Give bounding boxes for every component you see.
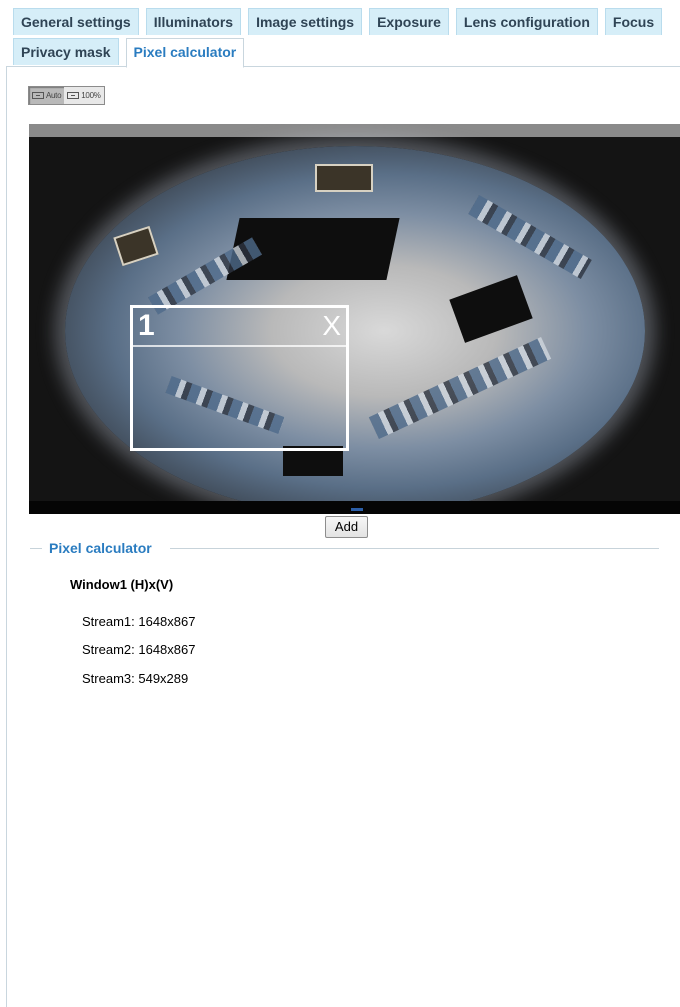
fieldset-border [30, 548, 42, 549]
video-top-bar [29, 124, 680, 137]
fit-icon [32, 92, 44, 99]
tab-lens-configuration[interactable]: Lens configuration [455, 8, 598, 35]
zoom-auto-button[interactable]: Auto [29, 87, 65, 104]
tab-image-settings[interactable]: Image settings [248, 8, 363, 35]
office-desks [368, 336, 552, 440]
wall-picture [315, 164, 373, 192]
tab-pixel-calculator[interactable]: Pixel calculator [125, 38, 245, 68]
add-button[interactable]: Add [325, 516, 368, 538]
office-desks [468, 194, 592, 280]
stream-3-resolution: Stream3: 549x289 [82, 671, 189, 686]
tab-general-settings[interactable]: General settings [13, 8, 139, 35]
roi-close-icon[interactable]: X [322, 308, 341, 344]
tab-row-2: Privacy mask Pixel calculator [13, 38, 673, 68]
tab-privacy-mask[interactable]: Privacy mask [13, 38, 119, 65]
zoom-100-button[interactable]: 100% [64, 87, 103, 104]
zoom-100-label: 100% [81, 91, 101, 100]
video-bottom-bar [29, 501, 680, 514]
fieldset-border [170, 548, 659, 549]
window-title: Window1 (H)x(V) [70, 577, 174, 592]
wall-picture [113, 225, 159, 267]
tab-row-1: General settings Illuminators Image sett… [13, 8, 673, 36]
roi-window-1[interactable]: 1 X [130, 305, 349, 451]
tab-focus[interactable]: Focus [604, 8, 663, 35]
roi-number: 1 [138, 309, 155, 342]
tab-illuminators[interactable]: Illuminators [145, 8, 242, 35]
position-marker [351, 508, 363, 511]
roi-divider [133, 345, 346, 347]
section-title: Pixel calculator [49, 540, 152, 556]
tab-bar: General settings Illuminators Image sett… [13, 8, 673, 68]
zoom-toggle: Auto 100% [28, 86, 105, 105]
masked-area [449, 275, 533, 343]
live-view[interactable]: 1 X [29, 124, 680, 514]
stream-1-resolution: Stream1: 1648x867 [82, 614, 196, 629]
actual-size-icon [67, 92, 80, 99]
stream-2-resolution: Stream2: 1648x867 [82, 642, 196, 657]
tab-exposure[interactable]: Exposure [369, 8, 449, 35]
zoom-auto-label: Auto [46, 91, 62, 100]
